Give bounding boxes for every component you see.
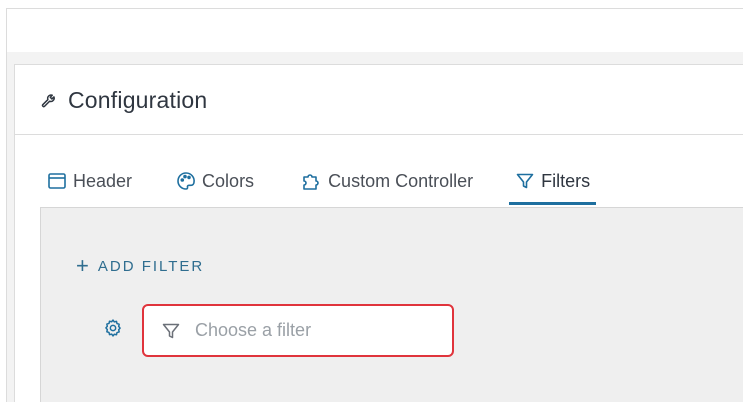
tab-label: Header — [73, 170, 133, 191]
filter-icon — [162, 323, 180, 338]
filter-input[interactable] — [195, 320, 425, 341]
filter-select[interactable] — [142, 304, 454, 357]
tab-bar: Header Colors Custom Controller Filters — [40, 163, 743, 207]
tab-colors[interactable]: Colors — [176, 163, 254, 199]
top-bar — [6, 8, 743, 52]
add-filter-button[interactable]: + ADD FILTER — [76, 255, 204, 277]
gear-icon[interactable] — [103, 318, 123, 338]
card-title: Configuration — [40, 87, 207, 114]
tab-label: Filters — [541, 170, 591, 191]
palette-icon — [177, 172, 195, 190]
wrench-icon — [41, 94, 55, 108]
page-title: Configuration — [68, 86, 208, 113]
tab-custom-controller[interactable]: Custom Controller — [300, 163, 473, 199]
window-icon — [48, 173, 66, 189]
add-filter-label: ADD FILTER — [97, 257, 205, 275]
filter-icon — [516, 173, 534, 189]
tab-label: Custom Controller — [328, 170, 474, 191]
tab-header[interactable]: Header — [47, 163, 132, 199]
puzzle-icon — [303, 174, 319, 190]
tab-filters[interactable]: Filters — [509, 163, 597, 205]
plus-icon: + — [76, 253, 89, 278]
tab-label: Colors — [202, 170, 255, 191]
card-header: Configuration — [14, 64, 743, 135]
